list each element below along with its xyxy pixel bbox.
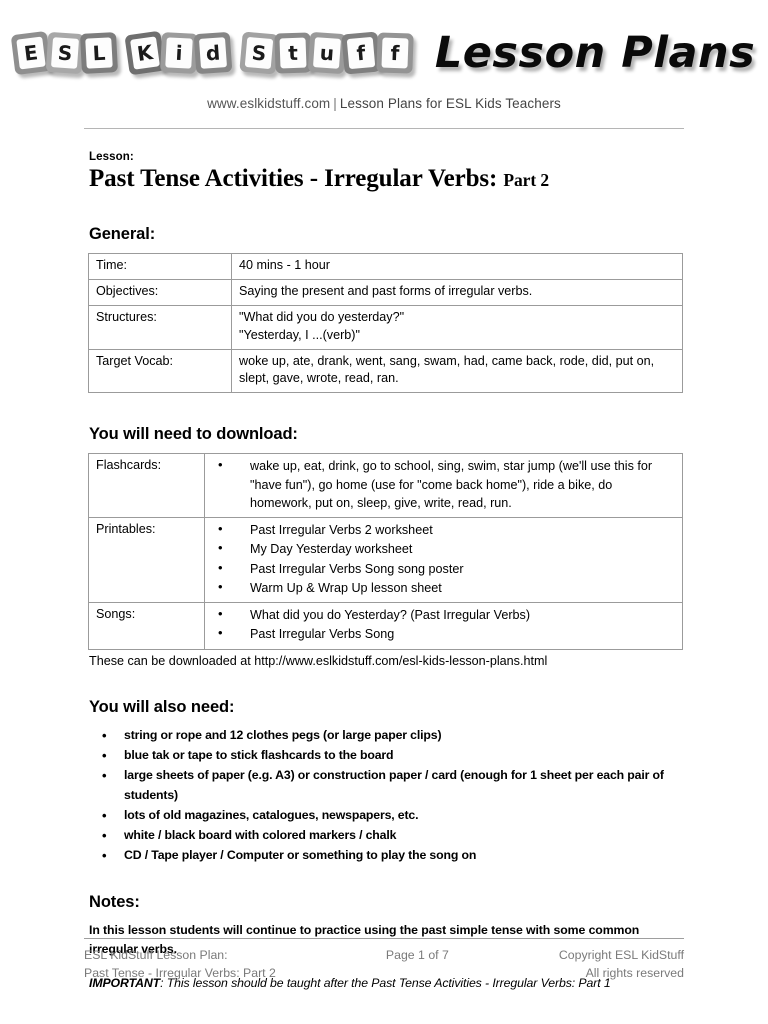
download-item-list: What did you do Yesterday? (Past Irregul… <box>212 605 675 644</box>
footer-copyright: Copyright ESL KidStuff <box>558 948 684 962</box>
table-row: Printables:Past Irregular Verbs 2 worksh… <box>88 517 683 603</box>
logo-letter-tiles: ESLKidStuff <box>10 30 421 76</box>
download-row-label: Songs: <box>88 602 205 650</box>
site-tagline: www.eslkidstuff.com | Lesson Plans for ESL… <box>0 96 768 111</box>
list-item: lots of old magazines, catalogues, newsp… <box>84 805 684 826</box>
logo-tile-e-0: E <box>10 30 52 76</box>
general-row-label: Structures: <box>88 304 232 350</box>
logo-tile-s-6: S <box>239 31 279 75</box>
logo-tile-letter: L <box>91 40 106 66</box>
download-row-items: Past Irregular Verbs 2 worksheetMy Day Y… <box>204 517 683 603</box>
general-row-line: "Yesterday, I ...(verb)" <box>239 327 360 342</box>
logo-tile-letter: t <box>287 40 299 66</box>
logo-tile-letter: f <box>355 40 367 66</box>
tagline-site-url: www.eslkidstuff.com <box>207 96 331 111</box>
list-item: string or rope and 12 clothes pegs (or l… <box>84 725 684 746</box>
list-item: My Day Yesterday worksheet <box>212 539 675 558</box>
logo-tile-d-5: d <box>193 31 233 75</box>
logo-tile-letter: f <box>390 40 400 66</box>
section-heading-general: General: <box>89 225 156 243</box>
logo-tile-letter: K <box>135 40 155 66</box>
logo-tile-k-3: K <box>124 30 166 76</box>
section-heading-download: You will need to download: <box>89 425 298 444</box>
lesson-plan-page: ESLKidStuff Lesson Plans www.eslkidstuff… <box>0 0 768 1024</box>
footer-left: ESL KidStuff Lesson Plan: Past Tense - I… <box>84 947 276 983</box>
general-info-table: Time: 40 mins - 1 hour Objectives: Saying t… <box>88 253 683 394</box>
logo-script-title: Lesson Plans <box>434 27 756 78</box>
general-row-line: Saying the present and past forms of irr… <box>239 283 533 298</box>
table-row: Objectives: Saying the present and past f… <box>88 278 683 306</box>
logo-tile-letter: E <box>22 40 40 66</box>
list-item: wake up, eat, drink, go to school, sing,… <box>212 456 675 512</box>
site-logo: ESLKidStuff Lesson Plans <box>0 22 768 84</box>
list-item: white / black board with colored markers… <box>84 825 684 846</box>
general-row-value: "What did you do yesterday?" "Yesterday, … <box>231 304 683 350</box>
tagline-description: Lesson Plans for ESL Kids Teachers <box>339 96 561 111</box>
download-item-list: Past Irregular Verbs 2 worksheetMy Day Y… <box>212 520 675 597</box>
general-row-value: Saying the present and past forms of irr… <box>231 278 683 306</box>
list-item: Past Irregular Verbs Song song poster <box>212 558 675 578</box>
logo-tile-u-8: u <box>307 31 347 75</box>
table-row: Flashcards:wake up, eat, drink, go to sc… <box>88 453 683 518</box>
general-row-value: 40 mins - 1 hour <box>231 253 683 280</box>
logo-tile-letter: d <box>204 40 221 66</box>
table-row: Target Vocab: woke up, ate, drank, went, … <box>88 348 683 394</box>
general-row-label: Target Vocab: <box>88 348 232 394</box>
lesson-title-text: Past Tense Activities - Irregular Verbs: <box>89 165 498 192</box>
download-note: These can be downloaded at http://www.es… <box>89 653 548 668</box>
page-header: ESLKidStuff Lesson Plans www.eslkidstuff… <box>0 0 768 129</box>
logo-tile-letter: u <box>318 40 335 66</box>
logo-tile-f-10: f <box>376 32 414 74</box>
lesson-part: Part 2 <box>503 170 549 190</box>
download-item-list: wake up, eat, drink, go to school, sing,… <box>212 456 675 512</box>
footer-page-number: Page 1 of 7 <box>385 948 449 962</box>
logo-tile-t-7: t <box>274 32 312 74</box>
general-row-line: "What did you do yesterday?" <box>239 309 405 324</box>
logo-tile-s-1: S <box>45 31 85 75</box>
logo-tile-letter: S <box>56 40 73 66</box>
download-row-items: What did you do Yesterday? (Past Irregul… <box>204 602 683 650</box>
general-row-line: woke up, ate, drank, went, sang, swam, h… <box>239 353 655 386</box>
footer-right: Copyright ESL KidStuff All rights reserv… <box>559 947 684 983</box>
general-row-label: Time: <box>88 253 232 280</box>
footer-rights: All rights reserved <box>585 965 684 980</box>
table-row: Structures: "What did you do yesterday?" "… <box>88 304 683 350</box>
download-row-items: wake up, eat, drink, go to school, sing,… <box>204 453 683 518</box>
section-heading-also-need: You will also need: <box>89 698 235 717</box>
footer-left-line2: Past Tense - Irregular Verbs: Part 2 <box>84 965 276 980</box>
logo-tile-letter: i <box>174 40 183 66</box>
logo-tile-i-4: i <box>159 32 198 74</box>
list-item: large sheets of paper (e.g. A3) or const… <box>84 765 684 806</box>
download-row-label: Flashcards: <box>88 453 205 518</box>
list-item: Past Irregular Verbs Song <box>212 624 675 643</box>
page-footer: ESL KidStuff Lesson Plan: Past Tense - I… <box>84 938 684 983</box>
download-table: Flashcards:wake up, eat, drink, go to sc… <box>88 453 683 650</box>
lesson-label: Lesson: <box>89 151 134 163</box>
table-row: Time: 40 mins - 1 hour <box>88 253 683 280</box>
logo-tile-letter: S <box>250 40 268 66</box>
download-row-label: Printables: <box>88 517 205 603</box>
general-row-value: woke up, ate, drank, went, sang, swam, h… <box>231 348 683 394</box>
list-item: blue tak or tape to stick flashcards to … <box>84 745 684 766</box>
section-heading-notes: Notes: <box>89 893 140 912</box>
page-content: Lesson: Past Tense Activities - Irregula… <box>84 129 684 993</box>
list-item: Warm Up & Wrap Up lesson sheet <box>212 578 675 597</box>
footer-left-line1: ESL KidStuff Lesson Plan: <box>84 948 228 962</box>
list-item: Past Irregular Verbs 2 worksheet <box>212 520 675 539</box>
also-need-list: string or rope and 12 clothes pegs (or l… <box>84 725 684 866</box>
logo-tile-f-9: f <box>341 31 381 75</box>
general-row-line: 40 mins - 1 hour <box>239 258 330 272</box>
table-row: Songs: What did you do Yesterday? (Past I… <box>88 602 683 650</box>
footer-divider <box>84 938 684 939</box>
tagline-separator: | <box>333 96 337 111</box>
logo-tile-l-2: L <box>79 32 118 74</box>
list-item: CD / Tape player / Computer or something… <box>84 845 684 866</box>
list-item: What did you do Yesterday? (Past Irregul… <box>212 605 675 624</box>
page-title: Past Tense Activities - Irregular Verbs:… <box>89 165 684 193</box>
general-row-label: Objectives: <box>88 278 232 306</box>
